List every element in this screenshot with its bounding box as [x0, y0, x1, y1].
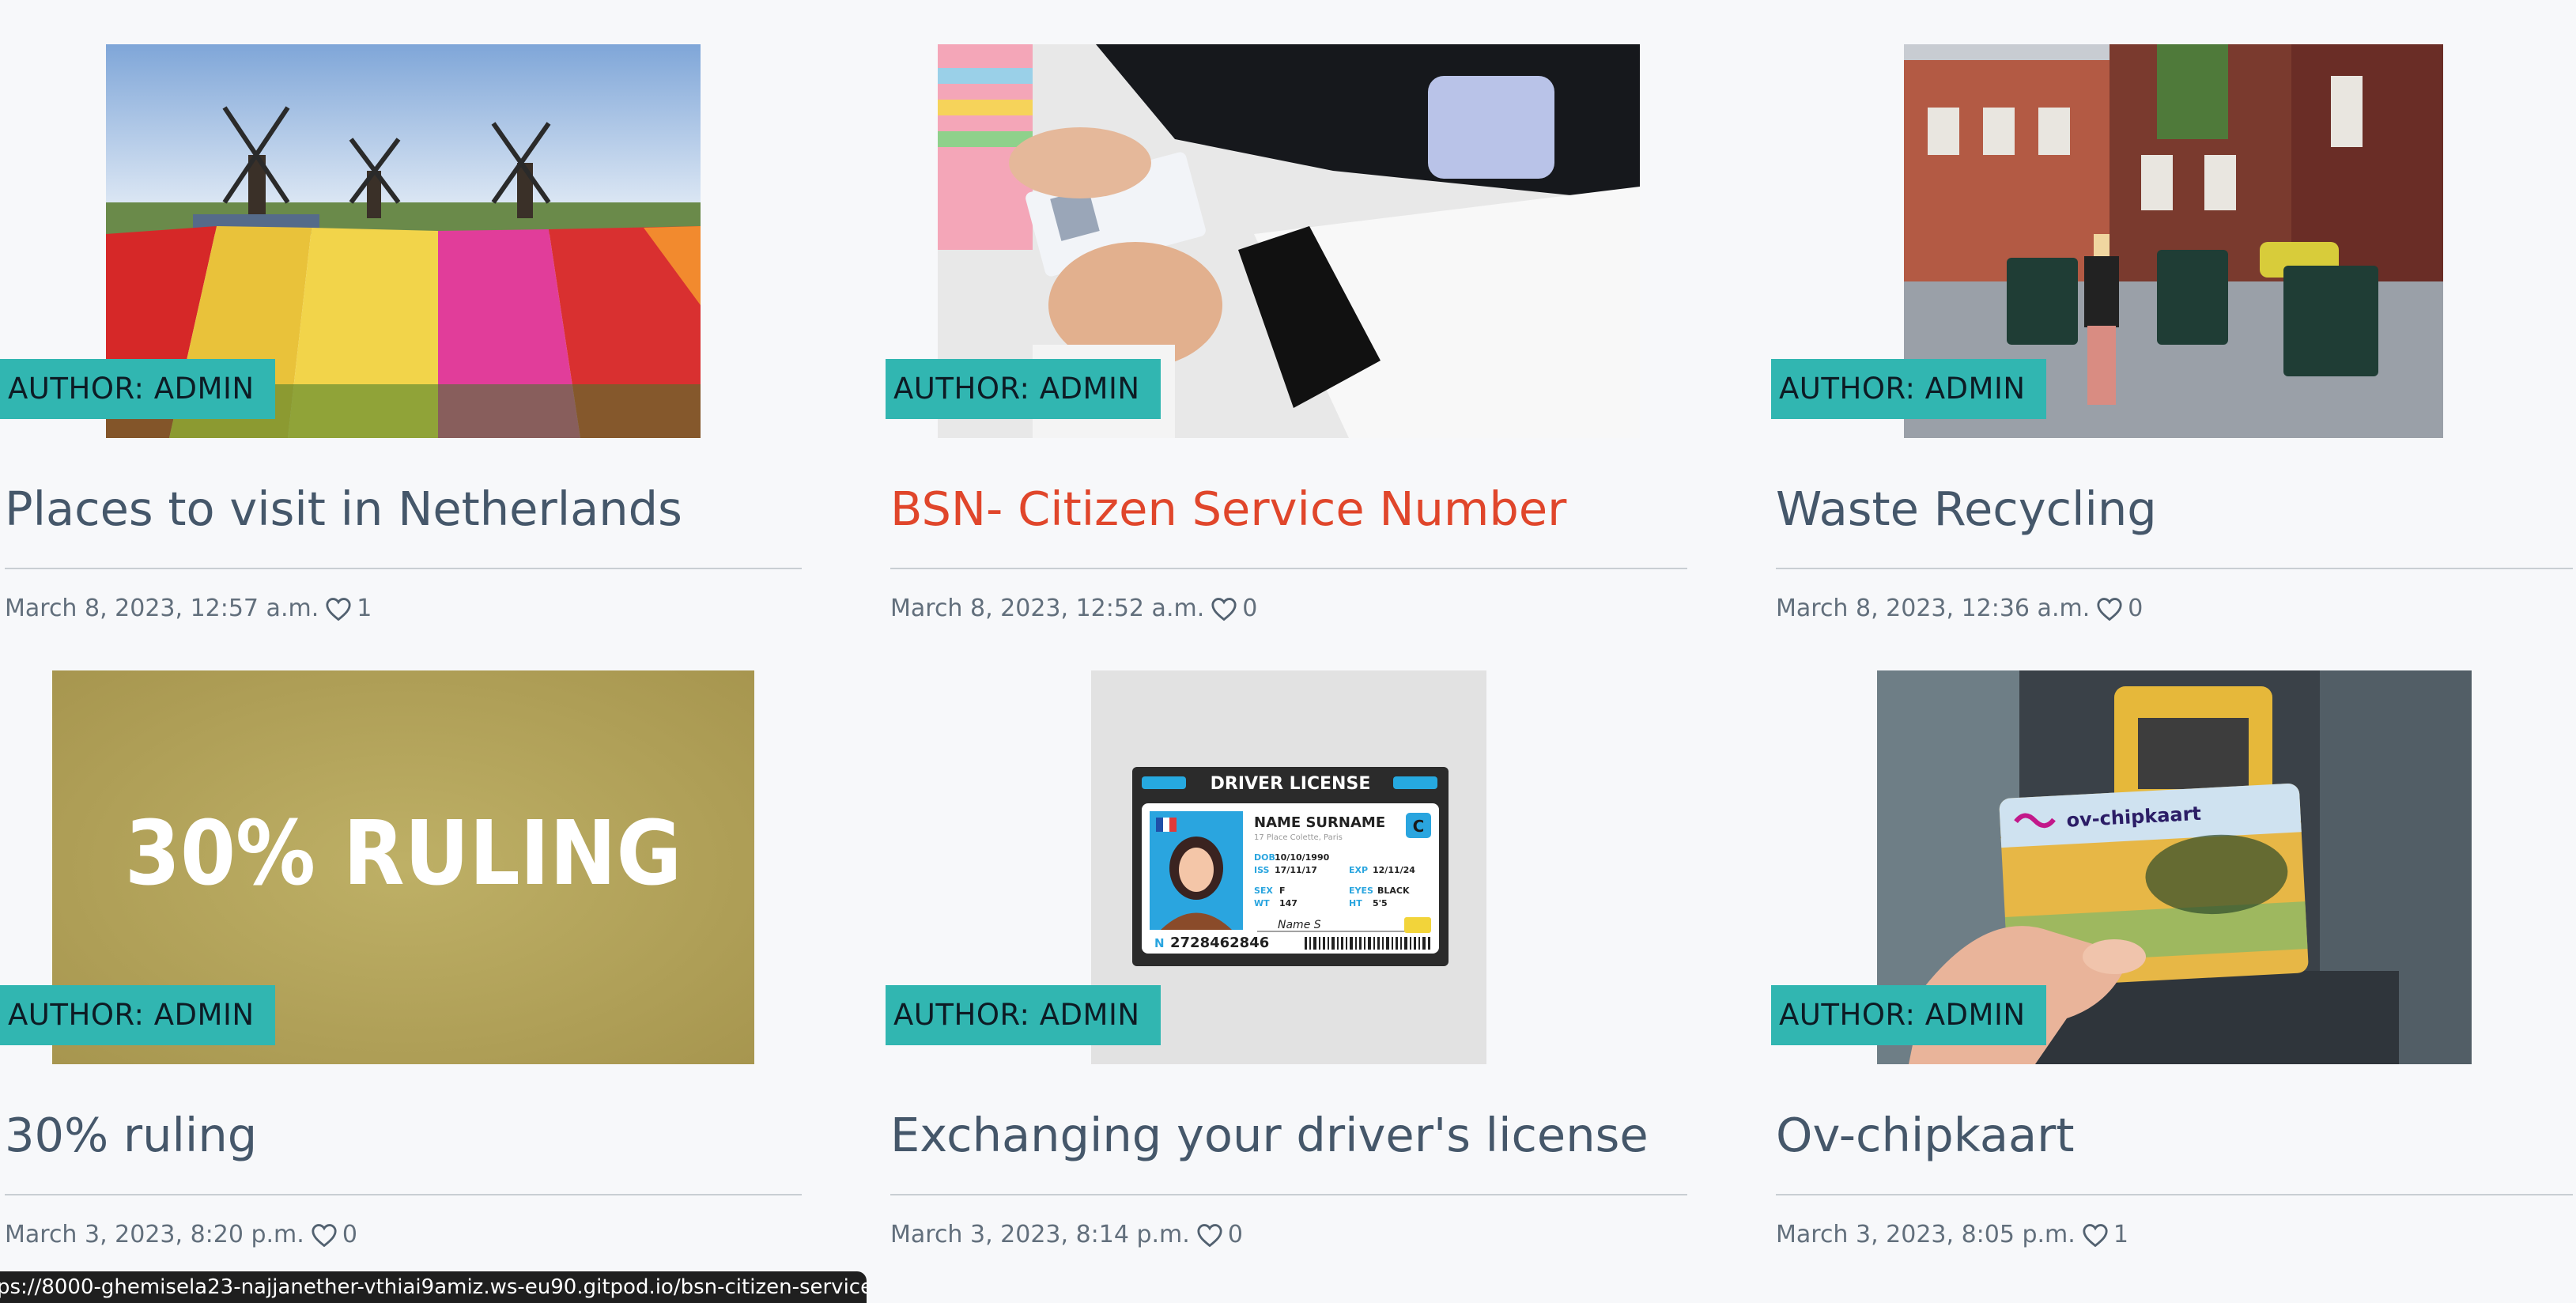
author-badge: AUTHOR: ADMIN	[1771, 359, 2046, 419]
post-meta: March 3, 2023, 8:20 p.m. 0	[5, 1219, 357, 1251]
author-badge: AUTHOR: ADMIN	[1771, 985, 2046, 1045]
post-date: March 8, 2023, 12:36 a.m.	[1776, 595, 2091, 622]
divider	[1776, 568, 2573, 569]
license-eyes: BLACK	[1377, 886, 1410, 896]
license-eyes-label: EYES	[1349, 886, 1373, 896]
heart-outline-icon[interactable]	[2082, 1222, 2109, 1248]
divider	[890, 568, 1687, 569]
like-count: 1	[2113, 1221, 2128, 1248]
license-wt-label: WT	[1254, 898, 1270, 908]
license-iss: 17/11/17	[1275, 865, 1317, 875]
post-date: March 3, 2023, 8:14 p.m.	[890, 1221, 1190, 1248]
license-iss-label: ISS	[1254, 865, 1270, 875]
license-header: DRIVER LICENSE	[1211, 774, 1371, 794]
post-date: March 3, 2023, 8:05 p.m.	[1776, 1221, 2076, 1248]
heart-outline-icon[interactable]	[325, 596, 352, 621]
author-badge: AUTHOR: ADMIN	[0, 359, 275, 419]
status-url: ps://8000-ghemisela23-najjanether-vthiai…	[0, 1275, 867, 1299]
post-title[interactable]: Exchanging your driver's license	[890, 1104, 1649, 1167]
post-meta: March 8, 2023, 12:52 a.m. 0	[890, 593, 1257, 625]
post-meta: March 8, 2023, 12:36 a.m. 0	[1776, 593, 2143, 625]
post-title[interactable]: 30% ruling	[5, 1104, 257, 1167]
post-date: March 3, 2023, 8:20 p.m.	[5, 1221, 304, 1248]
post-meta: March 3, 2023, 8:05 p.m. 1	[1776, 1219, 2128, 1251]
license-dob-label: DOB	[1254, 852, 1275, 863]
license-wt: 147	[1279, 898, 1297, 908]
heart-outline-icon[interactable]	[2096, 596, 2123, 621]
license-class: C	[1413, 817, 1425, 836]
license-ht-label: HT	[1349, 898, 1362, 908]
post-title[interactable]: Ov-chipkaart	[1776, 1104, 2075, 1167]
license-name: NAME SURNAME	[1254, 814, 1385, 831]
post-date: March 8, 2023, 12:52 a.m.	[890, 595, 1205, 622]
divider	[890, 1194, 1687, 1195]
author-badge: AUTHOR: ADMIN	[886, 359, 1161, 419]
divider	[5, 568, 802, 569]
license-exp: 12/11/24	[1373, 865, 1415, 875]
divider	[5, 1194, 802, 1195]
license-exp-label: EXP	[1349, 865, 1368, 875]
post-title[interactable]: Waste Recycling	[1776, 478, 2157, 541]
like-count: 1	[357, 595, 372, 622]
license-dob: 10/10/1990	[1275, 852, 1330, 863]
license-ht: 5'5	[1373, 898, 1388, 908]
like-count: 0	[1242, 595, 1258, 622]
license-sex-label: SEX	[1254, 886, 1273, 896]
banner-text: 30% RULING	[125, 803, 682, 905]
post-meta: March 8, 2023, 12:57 a.m. 1	[5, 593, 372, 625]
like-count: 0	[1227, 1221, 1243, 1248]
post-meta: March 3, 2023, 8:14 p.m. 0	[890, 1219, 1243, 1251]
license-sex: F	[1279, 886, 1286, 896]
link-status-bar: ps://8000-ghemisela23-najjanether-vthiai…	[0, 1271, 867, 1303]
like-count: 0	[342, 1221, 357, 1248]
license-number: 2728462846	[1170, 935, 1269, 951]
like-count: 0	[2128, 595, 2144, 622]
license-address: 17 Place Colette, Paris	[1254, 833, 1343, 842]
author-badge: AUTHOR: ADMIN	[0, 985, 275, 1045]
license-number-prefix: N	[1154, 936, 1165, 950]
post-date: March 8, 2023, 12:57 a.m.	[5, 595, 319, 622]
heart-outline-icon[interactable]	[311, 1222, 338, 1248]
post-title[interactable]: Places to visit in Netherlands	[5, 478, 682, 541]
license-signature: Name S	[1278, 919, 1321, 931]
heart-outline-icon[interactable]	[1196, 1222, 1223, 1248]
heart-outline-icon[interactable]	[1211, 596, 1237, 621]
author-badge: AUTHOR: ADMIN	[886, 985, 1161, 1045]
divider	[1776, 1194, 2573, 1195]
post-title[interactable]: BSN- Citizen Service Number	[890, 478, 1566, 541]
